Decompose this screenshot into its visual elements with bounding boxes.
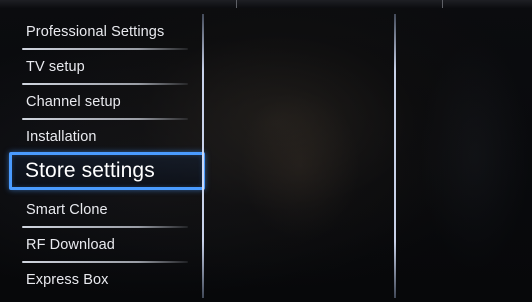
menu-separator bbox=[22, 261, 188, 263]
menu-item-label: Channel setup bbox=[26, 94, 121, 110]
menu-item-label: Express Box bbox=[26, 272, 109, 288]
settings-menu: Professional Settings TV setup Channel s… bbox=[0, 8, 205, 302]
top-strip-divider bbox=[442, 0, 443, 8]
screen-reflection bbox=[420, 40, 530, 270]
menu-item-express-box[interactable]: Express Box bbox=[0, 264, 200, 299]
top-status-strip bbox=[0, 0, 532, 8]
menu-item-installation[interactable]: Installation bbox=[0, 121, 200, 156]
menu-item-professional-settings[interactable]: Professional Settings bbox=[0, 16, 200, 51]
menu-item-rf-download[interactable]: RF Download bbox=[0, 229, 200, 264]
column-divider-right bbox=[394, 14, 396, 298]
menu-item-tv-setup[interactable]: TV setup bbox=[0, 51, 200, 86]
screen-reflection bbox=[240, 90, 360, 240]
menu-item-label: Smart Clone bbox=[26, 202, 108, 218]
menu-item-label: Installation bbox=[26, 129, 97, 145]
column-divider-left bbox=[202, 14, 204, 298]
menu-item-label: TV setup bbox=[26, 59, 85, 75]
menu-item-label: Store settings bbox=[25, 159, 155, 182]
menu-separator bbox=[22, 83, 188, 85]
top-strip-divider bbox=[236, 0, 237, 8]
menu-item-store-settings[interactable]: Store settings bbox=[9, 152, 205, 190]
menu-item-channel-setup[interactable]: Channel setup bbox=[0, 86, 200, 121]
menu-item-label: Professional Settings bbox=[26, 24, 165, 40]
menu-item-label: RF Download bbox=[26, 237, 115, 253]
menu-item-smart-clone[interactable]: Smart Clone bbox=[0, 194, 200, 229]
menu-separator bbox=[22, 118, 188, 120]
menu-separator bbox=[22, 226, 188, 228]
tv-screen: Professional Settings TV setup Channel s… bbox=[0, 0, 532, 302]
menu-separator bbox=[22, 48, 188, 50]
